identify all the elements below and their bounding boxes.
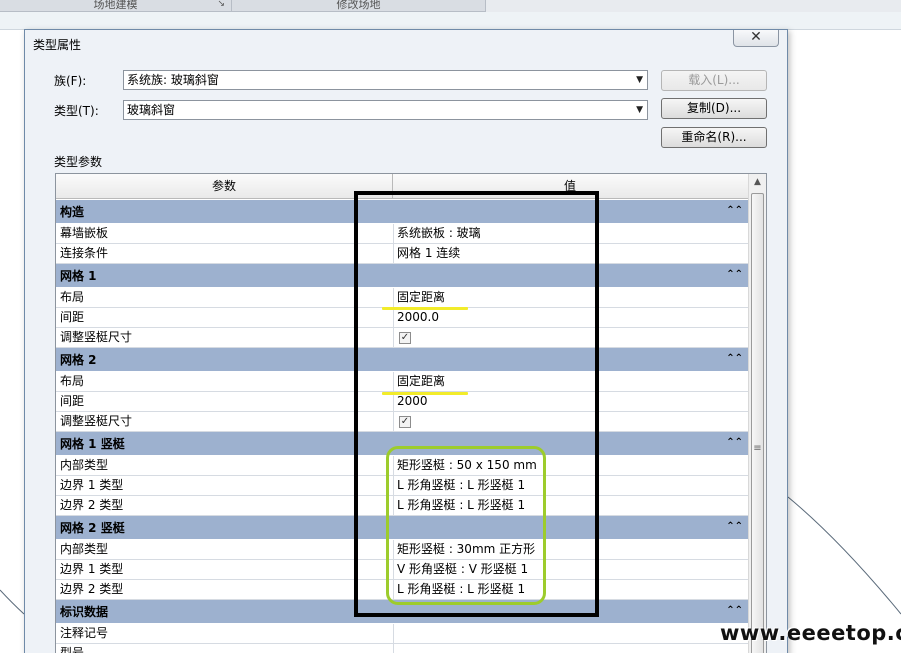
parameter-name: 边界 2 类型 xyxy=(60,498,124,512)
dialog-title: 类型属性 xyxy=(33,38,82,52)
parameter-name: 内部类型 xyxy=(60,542,109,556)
column-header-parameter[interactable]: 参数 xyxy=(56,174,393,199)
parameter-name: 间距 xyxy=(60,310,85,324)
collapse-icon[interactable]: ⌃⌃ xyxy=(726,432,743,454)
collapse-icon[interactable]: ⌃⌃ xyxy=(726,348,743,370)
canvas-curve-left xyxy=(0,589,25,615)
parameter-name: 调整竖梃尺寸 xyxy=(60,330,133,344)
group-title: 标识数据 xyxy=(60,605,109,619)
collapse-icon[interactable]: ⌃⌃ xyxy=(726,264,743,286)
watermark: www.eeeetop.com xyxy=(720,621,901,645)
parameter-row[interactable]: 型号 xyxy=(56,644,748,653)
type-select[interactable]: 玻璃斜窗 ▼ xyxy=(123,100,648,120)
grip-icon: ≡ xyxy=(753,443,762,454)
chevron-down-icon: ▼ xyxy=(636,75,643,85)
family-select[interactable]: 系统族: 玻璃斜窗 ▼ xyxy=(123,70,648,90)
chevron-down-icon: ▼ xyxy=(636,105,643,115)
parameter-name: 型号 xyxy=(60,646,85,653)
close-icon: ✕ xyxy=(750,29,762,45)
family-select-value: 系统族: 玻璃斜窗 xyxy=(127,73,219,87)
scroll-up-icon[interactable]: ▲ xyxy=(749,174,766,191)
collapse-icon[interactable]: ⌃⌃ xyxy=(726,200,743,222)
parameter-name: 连接条件 xyxy=(60,246,109,260)
parameter-name: 布局 xyxy=(60,374,85,388)
rename-button[interactable]: 重命名(R)... xyxy=(661,127,767,148)
annotation-underline-grid1-layout xyxy=(382,307,468,310)
parameter-name: 边界 1 类型 xyxy=(60,478,124,492)
parameter-name: 注释记号 xyxy=(60,626,109,640)
parameter-name: 调整竖梃尺寸 xyxy=(60,414,133,428)
duplicate-button[interactable]: 复制(D)... xyxy=(661,98,767,119)
parameter-name: 内部类型 xyxy=(60,458,109,472)
type-select-value: 玻璃斜窗 xyxy=(127,103,176,117)
column-divider xyxy=(393,624,394,643)
canvas-curve-right xyxy=(787,496,901,615)
group-title: 网格 1 xyxy=(60,269,97,283)
group-title: 构造 xyxy=(60,205,85,219)
group-title: 网格 1 竖梃 xyxy=(60,437,125,451)
scrollbar-thumb[interactable] xyxy=(751,193,764,653)
vertical-scrollbar[interactable]: ▲ ≡ xyxy=(748,174,766,653)
family-label: 族(F): xyxy=(54,74,87,88)
type-parameters-label: 类型参数 xyxy=(54,155,103,169)
collapse-icon[interactable]: ⌃⌃ xyxy=(726,516,743,538)
parameter-name: 布局 xyxy=(60,290,85,304)
parameter-name: 边界 1 类型 xyxy=(60,562,124,576)
group-title: 网格 2 xyxy=(60,353,97,367)
annotation-box-mullions xyxy=(386,446,546,605)
parameter-name: 边界 2 类型 xyxy=(60,582,124,596)
load-button[interactable]: 载入(L)... xyxy=(661,70,767,91)
annotation-underline-grid2-layout xyxy=(382,392,468,395)
type-label: 类型(T): xyxy=(54,104,99,118)
group-title: 网格 2 竖梃 xyxy=(60,521,125,535)
column-divider xyxy=(393,644,394,653)
parameter-row[interactable]: 注释记号 xyxy=(56,624,748,644)
collapse-icon[interactable]: ⌃⌃ xyxy=(726,600,743,622)
close-button[interactable]: ✕ xyxy=(733,30,779,47)
parameter-name: 间距 xyxy=(60,394,85,408)
parameter-name: 幕墙嵌板 xyxy=(60,226,109,240)
